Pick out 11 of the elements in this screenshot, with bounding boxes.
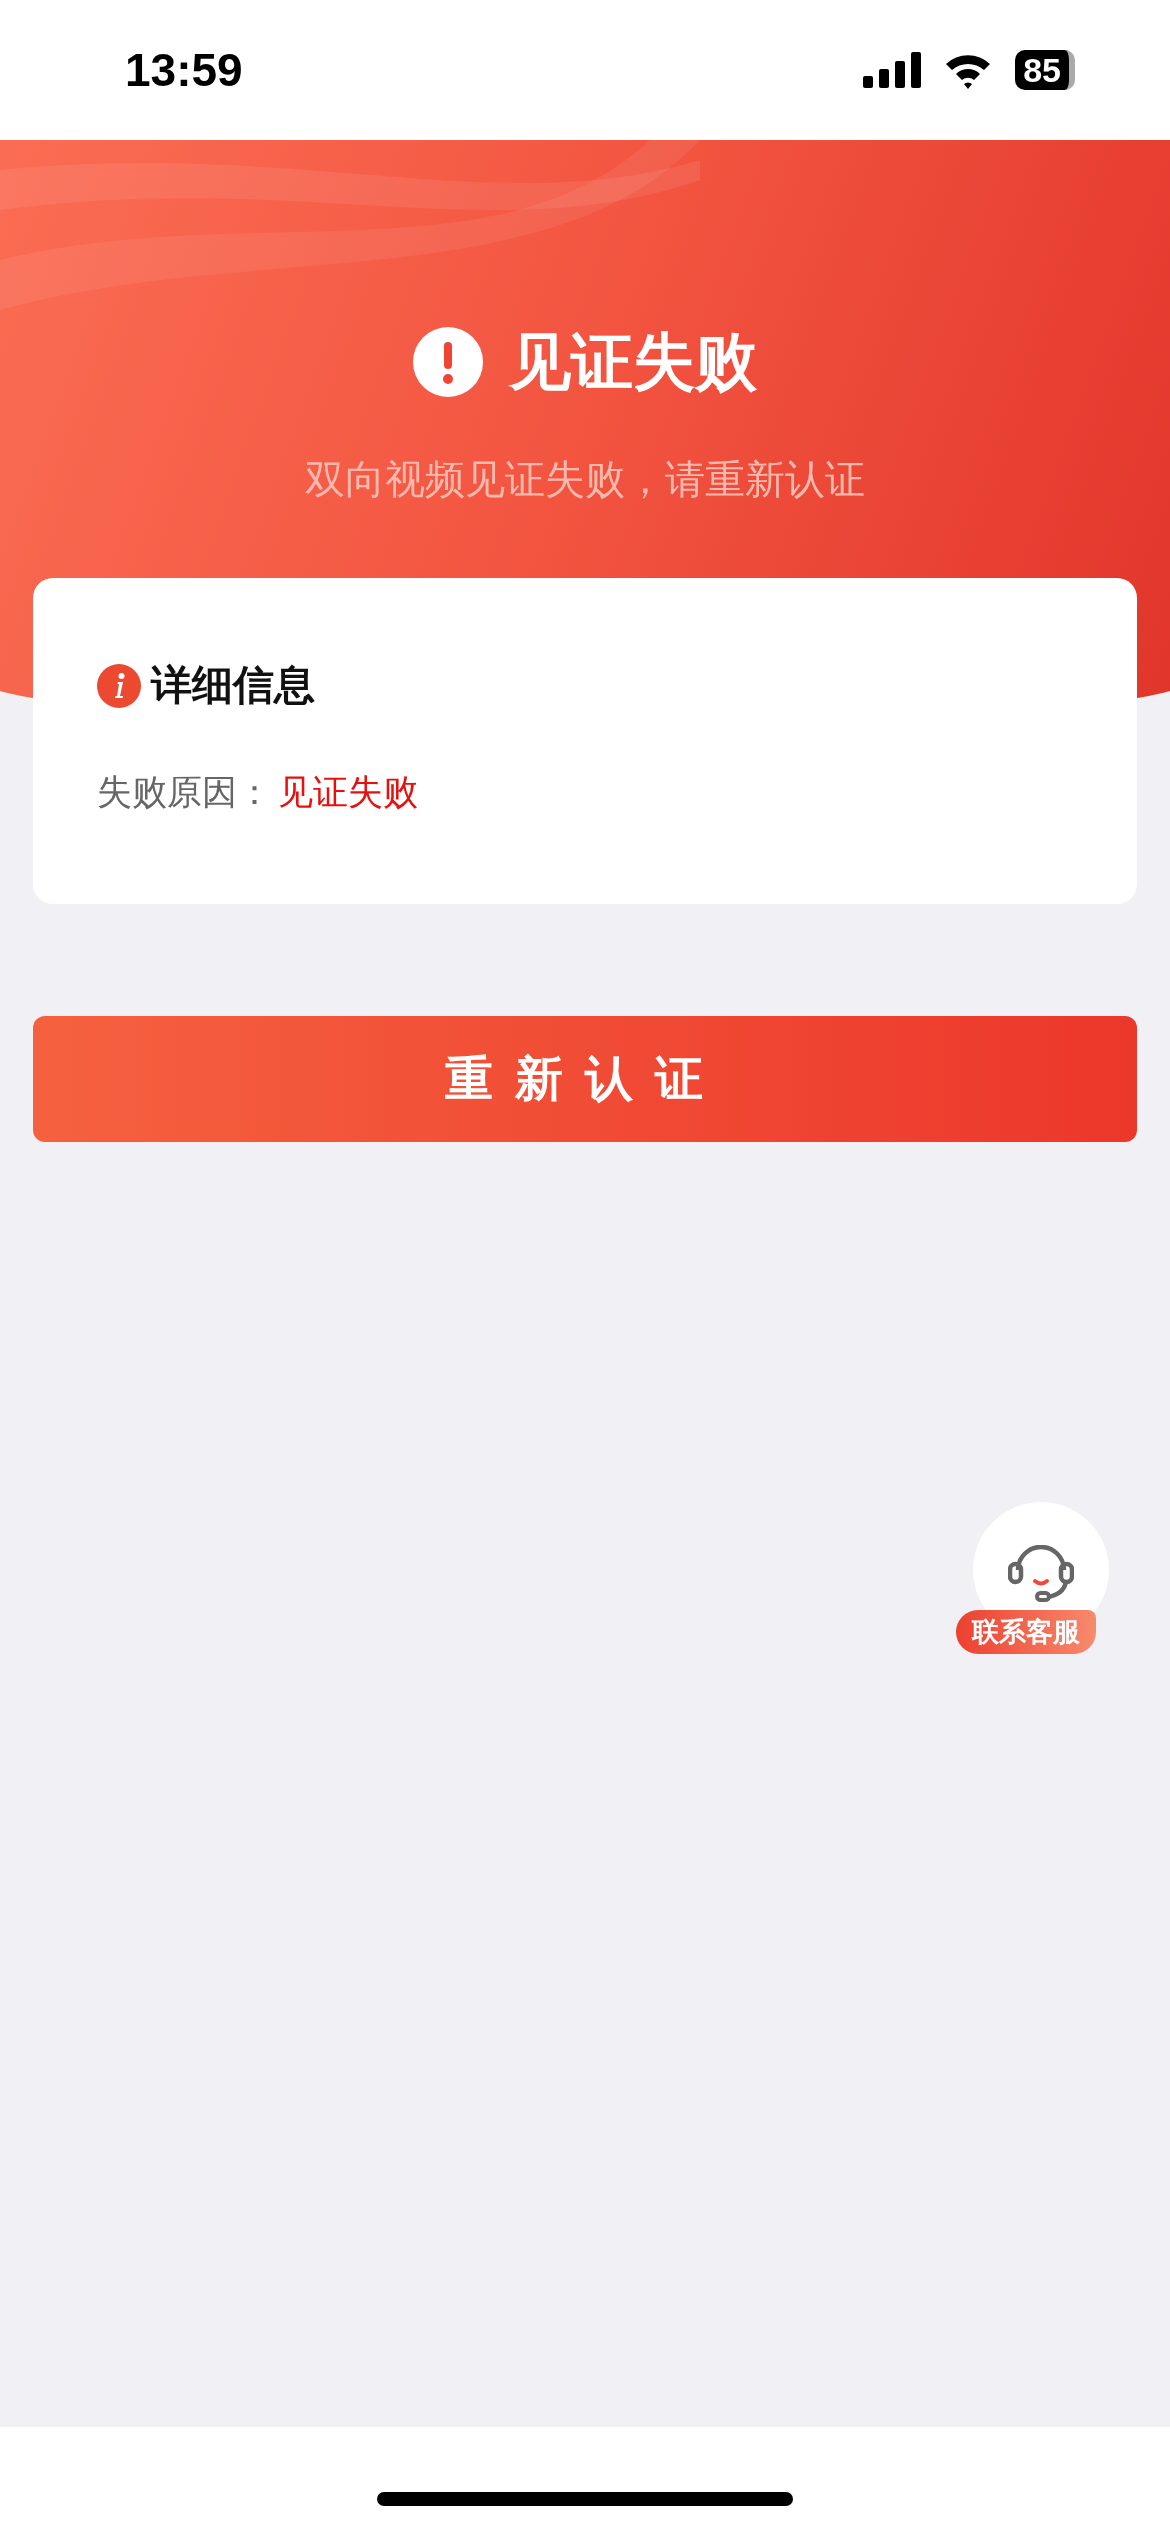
status-time: 13:59: [125, 43, 243, 97]
signal-icon: [863, 52, 922, 88]
page-title: 见证失败: [509, 324, 757, 400]
retry-button[interactable]: 重新认证: [33, 1016, 1137, 1142]
subtitle: 双向视频见证失败，请重新认证: [305, 455, 865, 504]
section-heading: 详细信息: [151, 660, 315, 711]
info-icon: [97, 663, 141, 708]
battery-indicator: 85: [1015, 50, 1075, 90]
field-value: 见证失败: [278, 771, 418, 814]
warning-icon: [413, 327, 483, 397]
field-label: 失败原因：: [97, 771, 272, 814]
